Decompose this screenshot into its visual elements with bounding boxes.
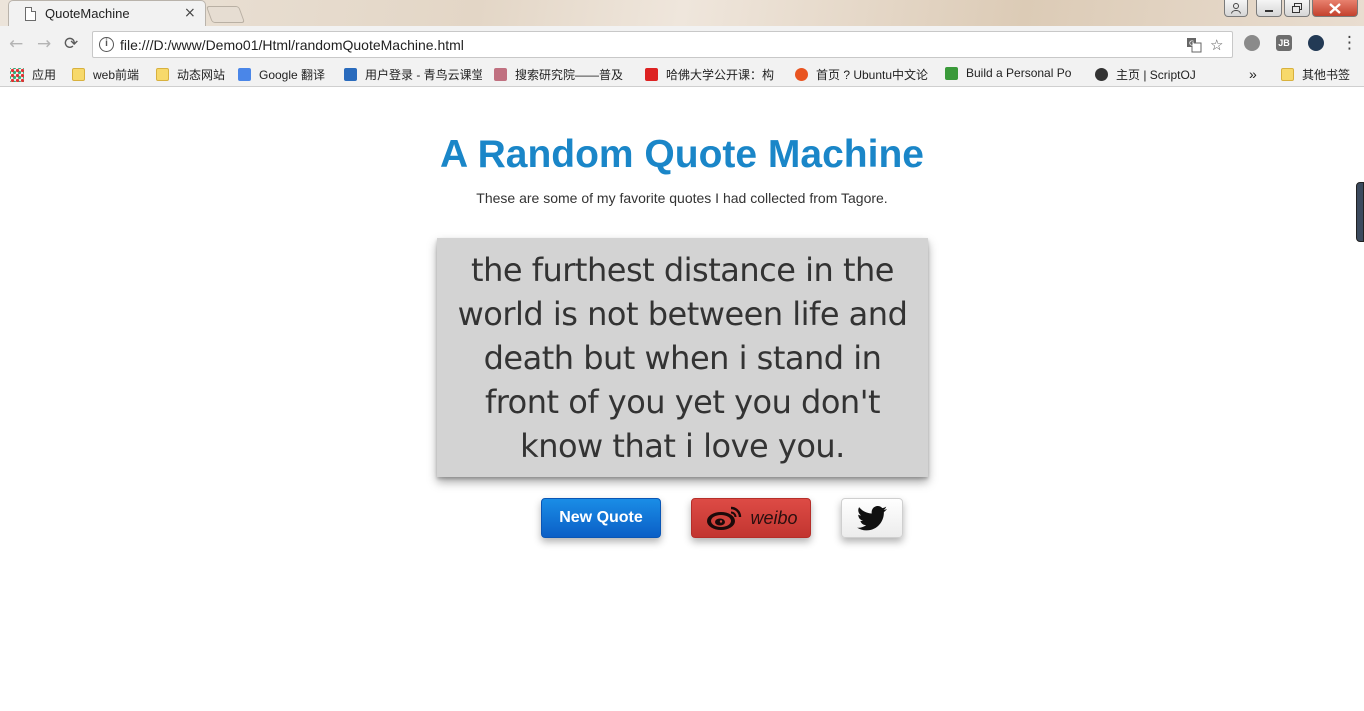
restore-window-button[interactable]	[1284, 0, 1310, 17]
share-weibo-button[interactable]: weibo	[691, 498, 811, 538]
window-controls	[1224, 0, 1358, 17]
minimize-window-button[interactable]	[1256, 0, 1282, 17]
browser-titlebar: QuoteMachine ×	[0, 0, 1364, 27]
bird-icon	[344, 68, 357, 81]
freecodecamp-icon	[945, 66, 958, 80]
page-title: A Random Quote Machine	[440, 133, 924, 176]
bookmark-item[interactable]: 应用	[10, 66, 65, 83]
back-icon[interactable]: ←	[9, 34, 23, 54]
browser-menu-icon[interactable]: ⋮	[1341, 33, 1358, 53]
bookmarks-bar: 应用 web前端 动态网站 Google 翻译 用户登录 - 青鸟云课堂 搜索研…	[0, 62, 1364, 87]
bookmark-star-icon[interactable]: ☆	[1210, 36, 1223, 54]
bookmark-item[interactable]: 动态网站	[156, 66, 231, 83]
svg-text:G: G	[1189, 40, 1194, 48]
share-twitter-button[interactable]	[841, 498, 903, 538]
folder-icon	[156, 68, 169, 81]
translate-icon[interactable]: G	[1186, 36, 1202, 57]
address-bar[interactable]: i file:///D:/www/Demo01/Html/randomQuote…	[92, 31, 1233, 58]
close-window-button[interactable]	[1312, 0, 1358, 17]
bookmark-item[interactable]: 哈佛大学公开课：构	[645, 66, 783, 83]
quote-card: the furthest distance in the world is no…	[437, 238, 928, 477]
scriptoj-icon	[1095, 68, 1108, 81]
quote-text: the furthest distance in the world is no…	[457, 250, 908, 465]
folder-icon	[1281, 68, 1294, 81]
bookmark-item[interactable]: Build a Personal Po	[945, 66, 1083, 80]
bookmark-item[interactable]: 主页 | ScriptOJ	[1095, 66, 1205, 83]
twitter-bird-icon	[857, 505, 887, 530]
site-info-icon[interactable]: i	[99, 37, 114, 52]
new-tab-button[interactable]	[205, 6, 246, 23]
new-quote-button[interactable]: New Quote	[541, 498, 661, 538]
tab-close-icon[interactable]: ×	[184, 5, 196, 21]
bow-icon	[494, 68, 507, 81]
profile-icon[interactable]	[1224, 0, 1248, 17]
weibo-icon	[707, 506, 742, 530]
forward-icon[interactable]: →	[37, 34, 51, 54]
google-translate-icon	[238, 68, 251, 81]
reload-icon[interactable]: ⟳	[64, 34, 78, 54]
bookmark-item[interactable]: Google 翻译	[238, 66, 334, 83]
bookmark-item[interactable]: 搜索研究院——普及	[494, 66, 632, 83]
extension-globe-icon[interactable]	[1244, 35, 1260, 51]
tab-title: QuoteMachine	[45, 6, 130, 21]
bookmark-item[interactable]: web前端	[72, 66, 146, 83]
weibo-label: weibo	[750, 507, 798, 528]
extension-jb-icon[interactable]: JB	[1276, 35, 1292, 51]
browser-toolbar: ← → ⟳ i file:///D:/www/Demo01/Html/rando…	[0, 26, 1364, 62]
bookmark-item[interactable]: 用户登录 - 青鸟云课堂	[344, 66, 482, 83]
other-bookmarks-folder[interactable]: 其他书签	[1281, 66, 1361, 83]
bookmark-item[interactable]: 首页 ? Ubuntu中文论	[795, 66, 933, 83]
extension-round-icon[interactable]	[1308, 35, 1324, 51]
netease-icon	[645, 68, 658, 81]
browser-tab[interactable]: QuoteMachine ×	[8, 0, 206, 27]
ubuntu-icon	[795, 68, 808, 81]
apps-grid-icon	[10, 67, 24, 82]
url-text[interactable]: file:///D:/www/Demo01/Html/randomQuoteMa…	[120, 37, 464, 53]
folder-icon	[72, 68, 85, 81]
page-subtitle: These are some of my favorite quotes I h…	[476, 190, 888, 206]
page-document-icon	[25, 7, 36, 21]
bookmarks-overflow-chevron-icon[interactable]: »	[1249, 66, 1257, 82]
